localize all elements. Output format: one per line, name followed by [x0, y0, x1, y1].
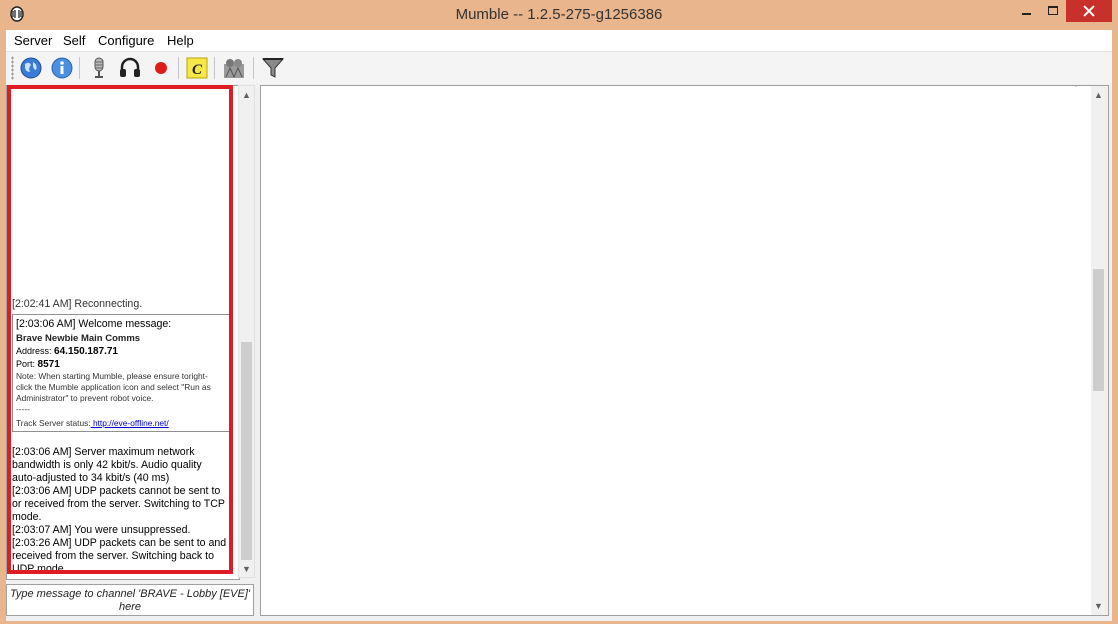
- port-value: 8571: [37, 359, 60, 370]
- menu-help[interactable]: Help: [167, 33, 194, 48]
- filter-icon[interactable]: [260, 55, 286, 81]
- toolbar-separator: [253, 57, 254, 79]
- welcome-note-2: click the Mumble application icon and se…: [16, 382, 211, 392]
- headphones-deafen-icon[interactable]: [117, 55, 143, 81]
- welcome-note-1: Note: When starting Mumble, please ensur…: [16, 371, 208, 381]
- scroll-down-arrow-icon[interactable]: ▼: [239, 561, 254, 577]
- toolbar-separator: [79, 57, 80, 79]
- address-value: 64.150.187.71: [54, 346, 118, 357]
- welcome-address: Address: 64.150.187.71: [16, 346, 118, 357]
- connect-globe-icon[interactable]: [18, 55, 44, 81]
- welcome-note-3: Administrator" to prevent robot voice.: [16, 393, 154, 403]
- toolbar-grip[interactable]: [11, 56, 14, 80]
- menu-bar: Server Self Configure Help: [6, 30, 1112, 52]
- resize-handle-icon: ˙: [1075, 85, 1078, 95]
- welcome-message-box: [2:03:06 AM] Welcome message: Brave Newb…: [12, 314, 233, 432]
- window-title: Mumble -- 1.2.5-275-g1256386: [455, 6, 663, 23]
- chat-input-placeholder-line-2: here: [118, 601, 142, 613]
- svg-text:C: C: [192, 62, 203, 78]
- toolbar-separator: [178, 57, 179, 79]
- info-icon[interactable]: [49, 55, 75, 81]
- microphone-mute-icon[interactable]: [86, 55, 112, 81]
- welcome-divider: -----: [16, 404, 30, 414]
- log-line: or received from the server. Switching t…: [12, 498, 225, 510]
- toolbar: C: [6, 52, 1112, 84]
- port-label: Port:: [16, 359, 36, 369]
- toolbar-separator: [214, 57, 215, 79]
- channel-tree-pane[interactable]: [260, 85, 1109, 616]
- log-line: [2:03:06 AM] Server maximum network: [12, 446, 195, 458]
- minimize-icon[interactable]: [1012, 0, 1040, 22]
- log-line: UDP mode.: [12, 563, 67, 575]
- log-scrollbar-thumb[interactable]: [241, 342, 252, 560]
- log-scrollbar[interactable]: ▲ ▼: [238, 85, 255, 578]
- welcome-port: Port: 8571: [16, 359, 60, 370]
- record-icon[interactable]: [148, 55, 174, 81]
- window-frame-right: [1112, 30, 1118, 624]
- title-bar: Mumble -- 1.2.5-275-g1256386: [0, 0, 1118, 30]
- log-line: received from the server. Switching back…: [12, 550, 214, 562]
- chat-message-input[interactable]: Type message to channel 'BRAVE - Lobby […: [6, 584, 254, 616]
- welcome-header: [2:03:06 AM] Welcome message:: [16, 318, 172, 330]
- scroll-down-arrow-icon[interactable]: ▼: [1091, 598, 1106, 614]
- log-line: bandwidth is only 42 kbit/s. Audio quali…: [12, 459, 202, 471]
- log-line: [2:03:06 AM] UDP packets cannot be sent …: [12, 485, 221, 497]
- close-icon[interactable]: [1066, 0, 1112, 22]
- status-label: Track Server status:: [16, 418, 91, 428]
- status-link[interactable]: http://eve-offline.net/: [91, 418, 169, 428]
- log-line: [2:03:26 AM] UDP packets can be sent to …: [12, 537, 227, 549]
- address-label: Address:: [16, 346, 52, 356]
- comment-icon[interactable]: C: [184, 55, 210, 81]
- menu-server[interactable]: Server: [14, 33, 52, 48]
- user-location-icon[interactable]: [221, 55, 247, 81]
- welcome-server-name: Brave Newbie Main Comms: [16, 333, 141, 344]
- menu-configure[interactable]: Configure: [98, 33, 154, 48]
- scroll-up-arrow-icon[interactable]: ▲: [1091, 87, 1106, 103]
- welcome-status: Track Server status: http://eve-offline.…: [16, 418, 169, 428]
- log-line: [2:03:07 AM] You were unsuppressed.: [12, 524, 191, 536]
- channel-tree-scrollbar[interactable]: ▲ ▼: [1091, 86, 1108, 615]
- log-line: mode.: [12, 511, 42, 523]
- log-line-partial: [2:02:41 AM] Reconnecting.: [12, 298, 143, 310]
- channel-tree-scrollbar-thumb[interactable]: [1093, 269, 1104, 391]
- menu-self[interactable]: Self: [63, 33, 85, 48]
- log-line: auto-adjusted to 34 kbit/s (40 ms): [12, 472, 170, 484]
- scroll-up-arrow-icon[interactable]: ▲: [239, 87, 254, 103]
- maximize-icon[interactable]: [1040, 0, 1066, 22]
- log-pane[interactable]: [2:02:41 AM] Reconnecting. [2:03:06 AM] …: [6, 85, 240, 580]
- chat-input-placeholder-line-1: Type message to channel 'BRAVE - Lobby […: [9, 588, 250, 600]
